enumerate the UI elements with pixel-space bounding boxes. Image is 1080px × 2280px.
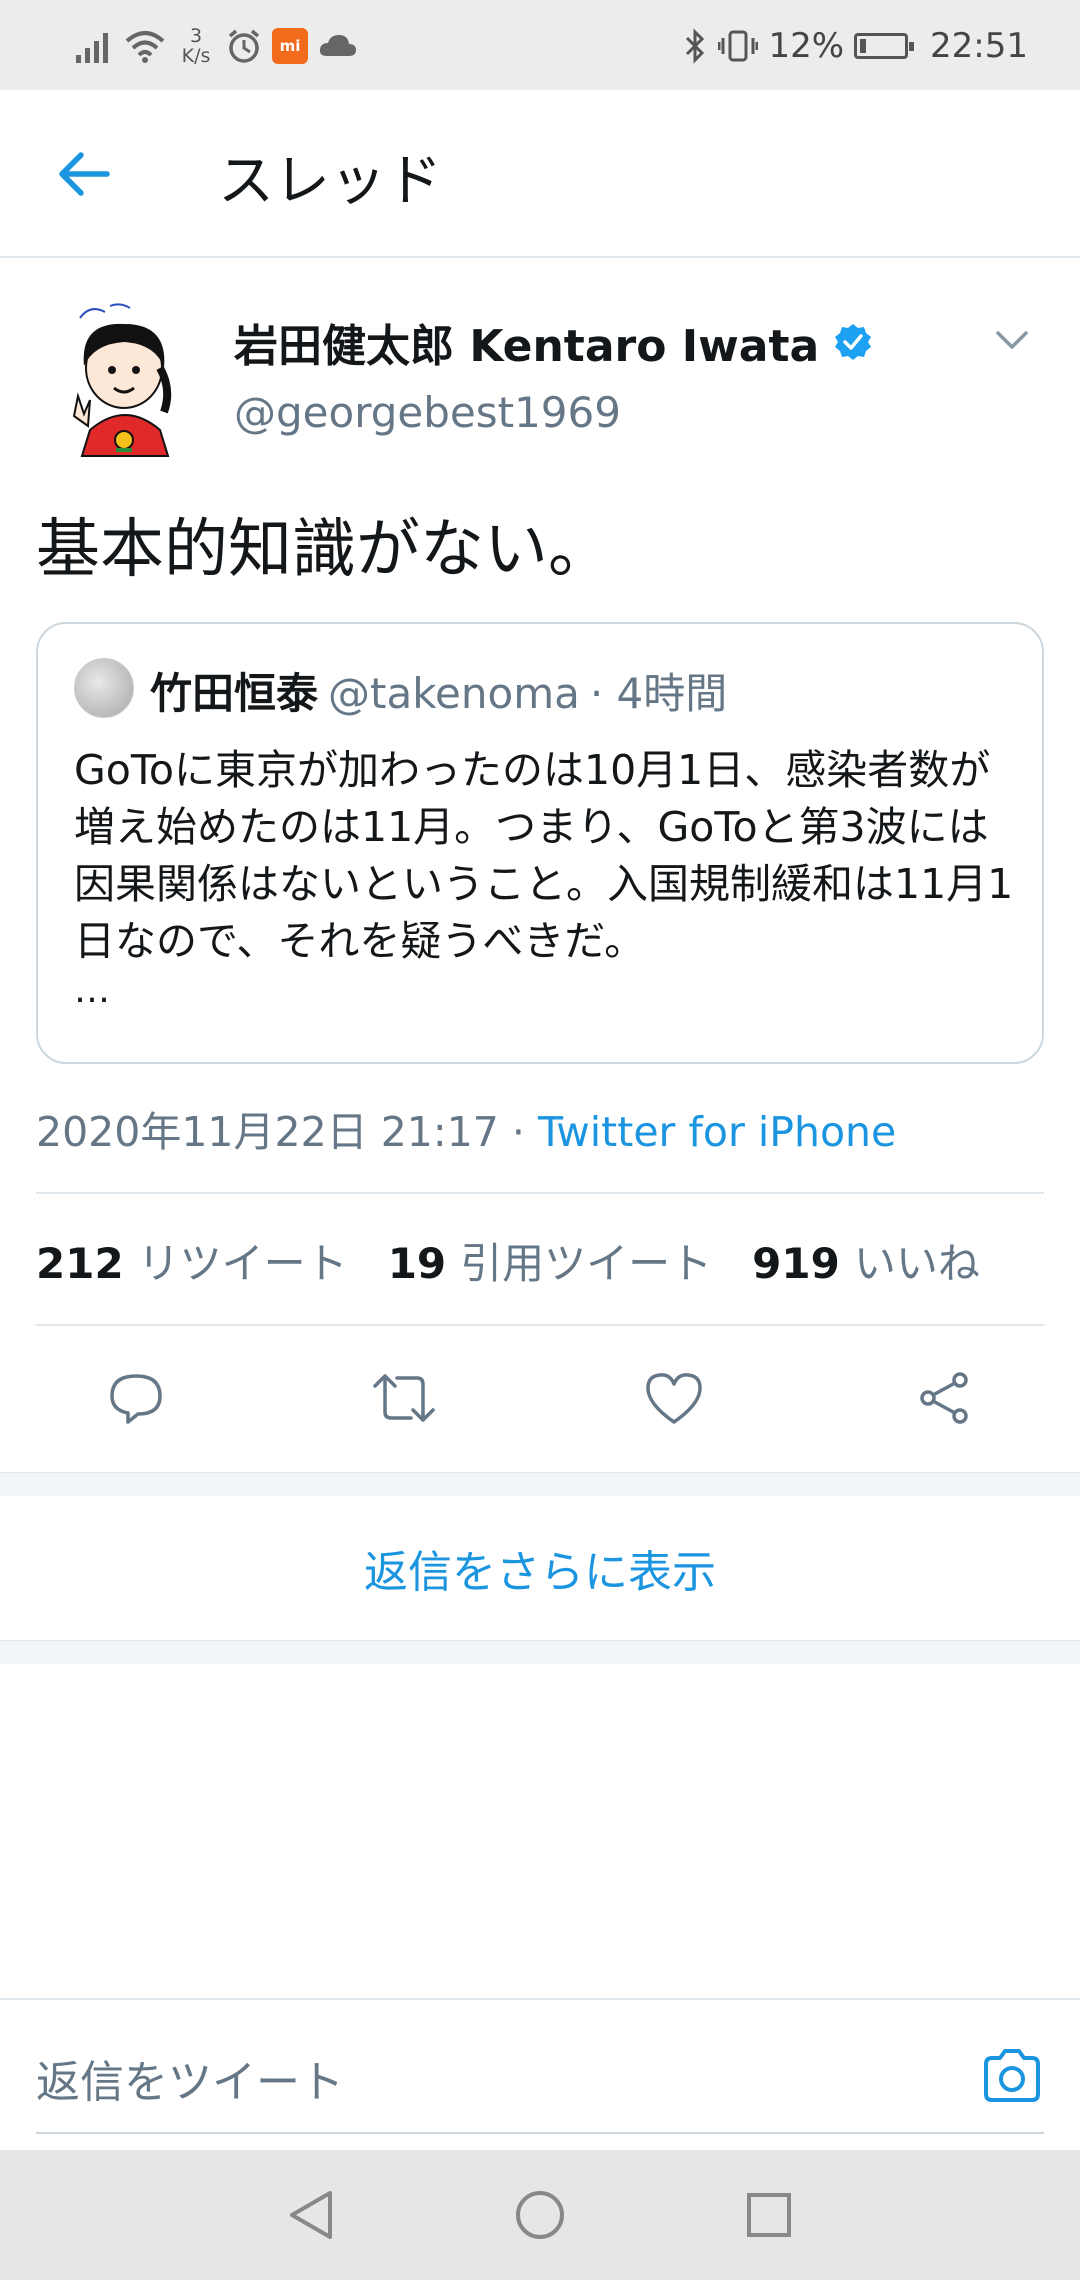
quotes-label: 引用ツイート [460, 1239, 713, 1288]
quoted-ellipsis: … [74, 970, 110, 1011]
camera-icon [984, 2049, 1040, 2102]
show-more-replies-link[interactable]: 返信をさらに表示 [0, 1496, 1080, 1640]
reply-input[interactable]: 返信をツイート [36, 2046, 344, 2110]
quoted-avatar [74, 658, 134, 718]
share-button[interactable] [908, 1362, 980, 1434]
quoted-time: · 4時間 [589, 669, 728, 718]
tweet-timestamp: 2020年11月22日 21:17 · [36, 1108, 538, 1156]
quotes-count: 19 [387, 1239, 447, 1288]
author-handle[interactable]: @georgebest1969 [234, 388, 621, 437]
verified-badge-icon [835, 324, 872, 360]
likes-count: 919 [752, 1239, 840, 1288]
page-title: スレッド [218, 149, 442, 214]
retweet-button[interactable] [368, 1362, 440, 1434]
camera-button[interactable] [980, 2044, 1044, 2108]
system-nav-bar [0, 2150, 1080, 2280]
status-left: 3 K/s mi [74, 22, 358, 70]
nav-back-button[interactable] [280, 2184, 342, 2246]
quoted-author-name: 竹田恒泰 [150, 669, 319, 718]
nav-home-button[interactable] [509, 2184, 571, 2246]
retweets-count: 212 [36, 1239, 124, 1288]
quoted-author-handle: @takenoma [328, 669, 580, 718]
net-speed: 3 K/s [181, 25, 211, 67]
status-right: 12% 22:51 [682, 22, 1028, 70]
tweet-meta: 2020年11月22日 21:17 · Twitter for iPhone [36, 1098, 896, 1158]
like-button[interactable] [638, 1362, 710, 1434]
wifi-icon [125, 31, 165, 63]
tweet-source-link[interactable]: Twitter for iPhone [538, 1108, 896, 1156]
quoted-tweet-card[interactable]: 竹田恒泰 @takenoma · 4時間 GoToに東京が加わったのは10月1日… [36, 622, 1044, 1064]
tweet-actions [0, 1362, 1080, 1434]
cloud-icon [319, 35, 356, 56]
tweet-menu-button[interactable] [990, 318, 1034, 362]
bluetooth-icon [686, 28, 705, 64]
retweets-stat[interactable]: 212 リツイート [36, 1230, 348, 1291]
retweets-label: リツイート [137, 1239, 348, 1288]
likes-stat[interactable]: 919 いいね [752, 1230, 980, 1291]
tweet-stats: 212 リツイート 19 引用ツイート 919 いいね [36, 1230, 1020, 1291]
section-separator [0, 1472, 1080, 1496]
composer-underline [36, 2132, 1044, 2134]
nav-recents-button[interactable] [738, 2184, 800, 2246]
triangle-back-icon [290, 2191, 332, 2239]
divider [36, 1192, 1044, 1194]
clock: 22:51 [930, 26, 1028, 66]
battery-percent: 12% [768, 26, 845, 66]
status-bar: 3 K/s mi 12% 22:51 [0, 0, 1080, 90]
app-header: スレッド [0, 90, 1080, 258]
reply-composer: 返信をツイート [0, 1998, 1080, 2150]
divider [36, 1324, 1044, 1326]
author-name[interactable]: 岩田健太郎 Kentaro Iwata [234, 310, 873, 374]
reply-icon [110, 1374, 162, 1424]
back-button[interactable] [52, 142, 116, 206]
arrow-left-icon [59, 152, 110, 196]
section-separator [0, 1640, 1080, 1664]
square-recents-icon [747, 2193, 791, 2237]
avatar[interactable] [60, 300, 190, 462]
signal-icon [76, 33, 108, 63]
quoted-header: 竹田恒泰 @takenoma · 4時間 [150, 660, 727, 721]
circle-home-icon [516, 2191, 564, 2239]
vibrate-icon [718, 30, 759, 62]
reply-button[interactable] [100, 1362, 172, 1434]
chevron-down-icon [996, 331, 1028, 349]
battery-icon [854, 33, 915, 59]
avatar-illustration [72, 303, 172, 457]
retweet-icon [373, 1374, 435, 1422]
alarm-icon [228, 29, 260, 63]
share-icon [920, 1372, 968, 1424]
likes-label: いいね [853, 1239, 980, 1288]
tweet-text: 基本的知識がない。 [36, 513, 612, 587]
quotes-stat[interactable]: 19 引用ツイート [388, 1230, 712, 1291]
mi-app-icon: mi [272, 28, 308, 64]
heart-icon [646, 1373, 702, 1424]
quoted-text: GoToに東京が加わったのは10月1日、感染者数が増え始めたのは11月。つまり、… [74, 746, 1014, 965]
